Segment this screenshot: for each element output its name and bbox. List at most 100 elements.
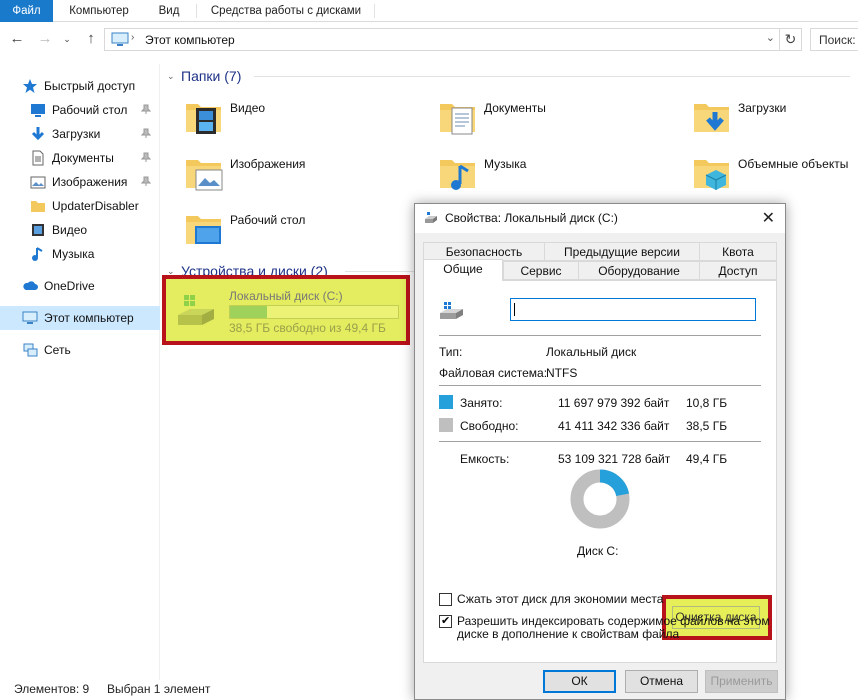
drive-icon [440, 302, 463, 319]
free-bytes: 41 411 342 336 байт [558, 419, 670, 433]
sidebar-item-label: OneDrive [44, 279, 95, 293]
drive-name-input[interactable] [510, 298, 756, 321]
tab-previous-versions[interactable]: Предыдущие версии [544, 242, 700, 261]
index-label-line2: диске в дополнение к свойствам файла [457, 627, 680, 641]
compress-checkbox[interactable] [439, 593, 452, 606]
tab-service[interactable]: Сервис [503, 261, 579, 280]
search-placeholder: Поиск: [819, 33, 856, 47]
pin-icon[interactable] [141, 128, 151, 138]
address-bar[interactable]: › Этот компьютер ⌄ [104, 28, 780, 51]
sidebar-item-label: Видео [52, 223, 88, 237]
folder-label: Объемные объекты [738, 157, 849, 171]
capacity-bytes: 53 109 321 728 байт [558, 452, 671, 466]
sidebar-item-music[interactable]: Музыка [0, 242, 160, 266]
tab-quota[interactable]: Квота [699, 242, 777, 261]
dialog-title: Свойства: Локальный диск (C:) [445, 211, 618, 225]
used-bytes: 11 697 979 392 байт [558, 396, 670, 410]
video-folder-icon [186, 104, 221, 134]
tab-disk-tools[interactable]: Средства работы с дисками [200, 0, 372, 22]
sidebar-item-images[interactable]: Изображения [0, 170, 160, 194]
up-arrow-icon[interactable]: ↑ [80, 28, 102, 50]
sidebar-item-label: Изображения [52, 175, 128, 189]
drive-icon [425, 212, 437, 223]
tab-computer[interactable]: Компьютер [56, 0, 142, 22]
devices-group-header[interactable]: Устройства и диски (2) [181, 263, 328, 279]
address-text: Этот компьютер [145, 33, 235, 47]
folder-label: Музыка [484, 157, 527, 171]
music-icon [32, 247, 43, 261]
search-box[interactable]: Поиск: [810, 28, 858, 51]
free-space-swatch [439, 418, 453, 432]
sidebar-item-this-pc[interactable]: Этот компьютер [0, 306, 160, 330]
ok-button[interactable]: ОК [543, 670, 616, 693]
divider [439, 441, 761, 442]
video-icon [32, 224, 44, 236]
folder-label: Загрузки [738, 101, 787, 115]
back-arrow-icon[interactable]: ← [6, 28, 28, 50]
music-folder-icon [440, 160, 475, 190]
collapse-chevron-icon[interactable]: ⌄ [167, 71, 175, 82]
index-label-line1: Разрешить индексировать содержимое файло… [457, 614, 770, 628]
checkmark-icon: ✔ [441, 615, 451, 627]
cloud-icon [23, 281, 38, 290]
desktop-icon [31, 104, 45, 117]
tab-general[interactable]: Общие [423, 259, 503, 281]
sidebar-item-network[interactable]: Сеть [0, 338, 160, 362]
drive-icon [178, 295, 214, 325]
breadcrumb-separator-icon: › [131, 32, 135, 43]
ribbon-tabs: Файл Компьютер Вид Средства работы с дис… [0, 0, 858, 22]
sidebar-item-downloads[interactable]: Загрузки [0, 122, 160, 146]
folder-icon [31, 201, 45, 212]
tab-file[interactable]: Файл [0, 0, 53, 22]
star-icon [23, 79, 37, 93]
address-dropdown-chevron-icon[interactable]: ⌄ [766, 31, 775, 44]
tab-view[interactable]: Вид [146, 0, 192, 22]
folder-label: Видео [230, 101, 266, 115]
free-label: Свободно: [460, 419, 519, 433]
used-space-swatch [439, 395, 453, 409]
refresh-icon[interactable]: ↻ [780, 28, 802, 51]
drive-name: Локальный диск (C:) [229, 289, 343, 303]
collapse-chevron-icon[interactable]: ⌄ [167, 266, 175, 277]
drive-free-space: 38,5 ГБ свободно из 49,4 ГБ [229, 321, 386, 335]
folders-group-header[interactable]: Папки (7) [181, 68, 241, 84]
sidebar-item-desktop[interactable]: Рабочий стол [0, 98, 160, 122]
sidebar-item-onedrive[interactable]: OneDrive [0, 274, 160, 298]
desktop-folder-icon [186, 216, 221, 244]
sidebar-item-label: Сеть [44, 343, 71, 357]
dialog-title-bar[interactable]: Свойства: Локальный диск (C:) ✕ [415, 204, 785, 233]
cancel-button[interactable]: Отмена [625, 670, 698, 693]
sidebar-item-label: Быстрый доступ [44, 79, 136, 93]
properties-dialog: Свойства: Локальный диск (C:) ✕ Безопасн… [414, 203, 786, 700]
tab-sharing[interactable]: Доступ [699, 261, 777, 280]
network-icon [23, 343, 38, 357]
sidebar-item-updaterdisabler[interactable]: UpdaterDisabler [0, 194, 160, 218]
pin-icon[interactable] [141, 152, 151, 162]
pin-icon[interactable] [141, 104, 151, 114]
capacity-size: 49,4 ГБ [686, 452, 728, 466]
sidebar-item-label: UpdaterDisabler [52, 199, 139, 213]
tab-hardware[interactable]: Оборудование [578, 261, 700, 280]
sidebar-item-quick-access[interactable]: Быстрый доступ [0, 74, 160, 98]
ribbon-separator [374, 4, 375, 18]
sidebar-item-documents[interactable]: Документы [0, 146, 160, 170]
filesystem-value: NTFS [546, 366, 578, 380]
divider [439, 335, 761, 336]
used-size: 10,8 ГБ [686, 396, 728, 410]
pin-icon[interactable] [141, 176, 151, 186]
folder-label: Документы [484, 101, 546, 115]
forward-arrow-icon[interactable]: → [34, 28, 56, 50]
recent-locations-chevron-icon[interactable]: ⌄ [60, 28, 74, 50]
free-size: 38,5 ГБ [686, 419, 728, 433]
sidebar-item-label: Музыка [52, 247, 95, 261]
drive-usage-bar [229, 305, 399, 319]
group-divider [345, 271, 415, 272]
close-icon[interactable]: ✕ [762, 208, 775, 228]
sidebar-item-video[interactable]: Видео [0, 218, 160, 242]
index-checkbox[interactable]: ✔ [439, 615, 452, 628]
sidebar-item-label: Этот компьютер [44, 311, 134, 325]
drive-c-tile[interactable]: Локальный диск (C:) 38,5 ГБ свободно из … [162, 275, 410, 345]
capacity-label: Емкость: [460, 452, 510, 466]
sidebar-item-label: Документы [52, 151, 114, 165]
apply-button[interactable]: Применить [705, 670, 778, 693]
